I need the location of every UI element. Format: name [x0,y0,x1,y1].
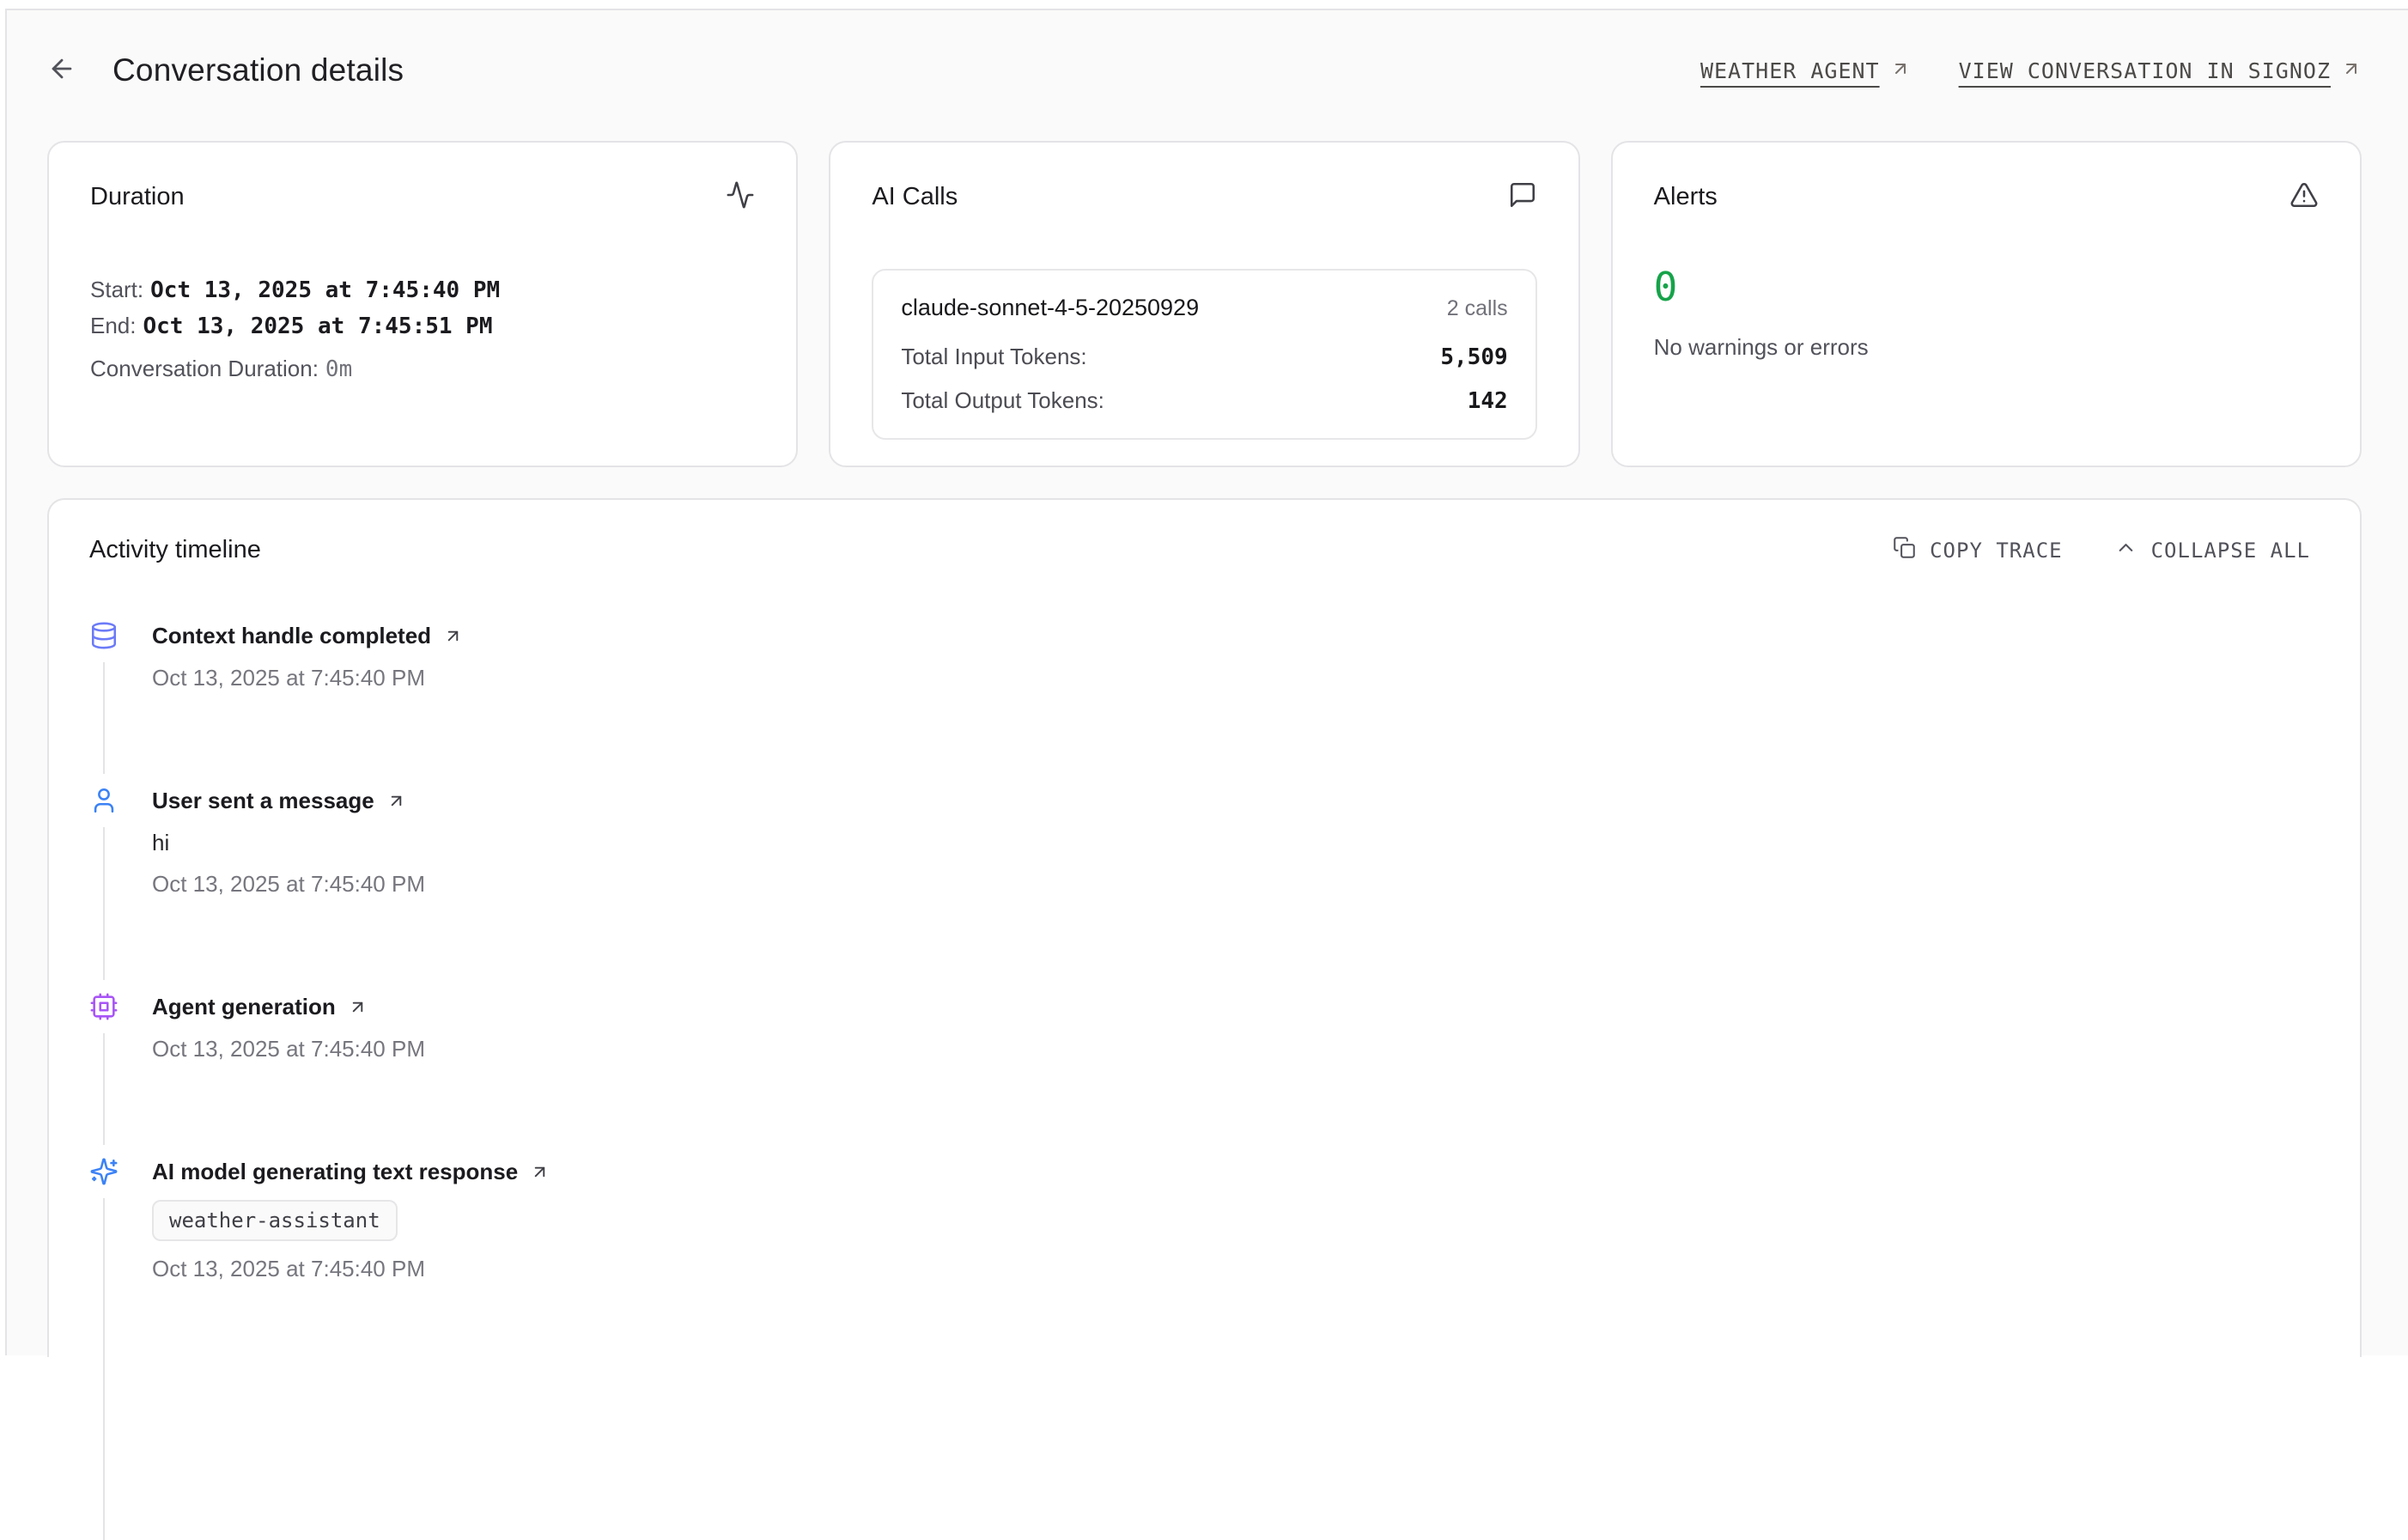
activity-timeline-title: Activity timeline [89,536,261,564]
timeline-event-user-message: User sent a message hi Oct 13, 2025 at 7… [89,786,2310,992]
conversation-duration-row: Conversation Duration:0m [90,355,755,383]
model-name: claude-sonnet-4-5-20250929 [901,295,1199,321]
summary-cards: Duration Start: Oct 13, 2025 at 7:45:40 P… [47,141,2362,467]
open-event-icon[interactable] [443,626,463,646]
output-tokens-label: Total Output Tokens: [901,387,1104,414]
event-badge: weather-assistant [152,1200,398,1241]
duration-card: Duration Start: Oct 13, 2025 at 7:45:40 P… [47,141,798,467]
collapse-all-button[interactable]: COLLAPSE ALL [2114,536,2310,564]
timeline-event-ai-text-response: AI model generating text response weathe… [89,1157,2310,1540]
arrow-left-icon [47,54,76,88]
timeline-events: Context handle completed Oct 13, 2025 at… [89,621,2310,1540]
copy-trace-label: COPY TRACE [1930,539,2063,563]
alert-message: No warnings or errors [1654,334,2319,361]
event-timestamp: Oct 13, 2025 at 7:45:40 PM [152,664,2310,691]
event-title: User sent a message [152,786,374,815]
page-title: Conversation details [112,52,404,88]
copy-icon [1893,536,1916,564]
database-icon [89,621,119,650]
start-label: Start: [90,277,143,302]
ai-calls-card: AI Calls claude-sonnet-4-5-20250929 2 ca… [829,141,1579,467]
timeline-event-agent-generation: Agent generation Oct 13, 2025 at 7:45:40… [89,992,2310,1157]
end-row: End:Oct 13, 2025 at 7:45:51 PM [90,312,755,340]
event-timestamp: Oct 13, 2025 at 7:45:40 PM [152,1035,2310,1062]
view-conversation-link-label: VIEW CONVERSATION IN SIGNOZ [1959,58,2331,83]
event-title: AI model generating text response [152,1157,518,1186]
open-event-icon[interactable] [530,1162,550,1182]
content-panel: Conversation details WEATHER AGENT VIEW … [5,9,2408,1355]
weather-agent-link[interactable]: WEATHER AGENT [1700,58,1911,83]
collapse-all-label: COLLAPSE ALL [2151,539,2310,563]
start-value: Oct 13, 2025 at 7:45:40 PM [150,277,500,303]
event-title: Context handle completed [152,621,431,650]
open-event-icon[interactable] [386,791,406,811]
input-tokens-label: Total Input Tokens: [901,344,1086,370]
timeline-connector [103,1033,105,1145]
sparkles-icon [89,1157,119,1186]
arrow-up-right-icon [1890,58,1911,83]
conversation-duration-label: Conversation Duration: [90,356,319,381]
duration-card-title: Duration [90,183,185,211]
alerts-card-title: Alerts [1654,183,1718,211]
message-square-icon [1508,180,1537,214]
input-tokens-value: 5,509 [1440,344,1507,370]
user-icon [89,786,119,815]
view-conversation-in-signoz-link[interactable]: VIEW CONVERSATION IN SIGNOZ [1959,58,2362,83]
timeline-connector [103,1198,105,1540]
event-message-body: hi [152,829,2310,856]
timeline-connector [103,662,105,774]
end-value: Oct 13, 2025 at 7:45:51 PM [143,313,493,339]
alert-triangle-icon [2289,180,2319,214]
chevron-up-icon [2114,536,2137,564]
back-button[interactable] [47,54,76,88]
event-timestamp: Oct 13, 2025 at 7:45:40 PM [152,870,2310,898]
end-label: End: [90,313,137,338]
alerts-card: Alerts 0 No warnings or errors [1611,141,2362,467]
page-header: Conversation details WEATHER AGENT VIEW … [47,45,2362,96]
conversation-duration-value: 0m [325,356,352,382]
output-tokens-value: 142 [1468,388,1508,414]
open-event-icon[interactable] [348,997,368,1017]
weather-agent-link-label: WEATHER AGENT [1700,58,1880,83]
ai-calls-card-title: AI Calls [872,183,958,211]
event-title: Agent generation [152,992,336,1021]
activity-timeline-card: Activity timeline COPY TRACE COLLAPSE AL… [47,498,2362,1357]
event-timestamp: Oct 13, 2025 at 7:45:40 PM [152,1255,2310,1282]
copy-trace-button[interactable]: COPY TRACE [1893,536,2063,564]
cpu-icon [89,992,119,1021]
alert-count: 0 [1654,264,2319,310]
model-stats-box: claude-sonnet-4-5-20250929 2 calls Total… [872,269,1536,440]
activity-icon [726,180,755,214]
start-row: Start: Oct 13, 2025 at 7:45:40 PM [90,276,755,304]
model-call-count: 2 calls [1447,296,1508,321]
arrow-up-right-icon [2341,58,2362,83]
timeline-connector [103,827,105,980]
timeline-event-context-handle: Context handle completed Oct 13, 2025 at… [89,621,2310,786]
